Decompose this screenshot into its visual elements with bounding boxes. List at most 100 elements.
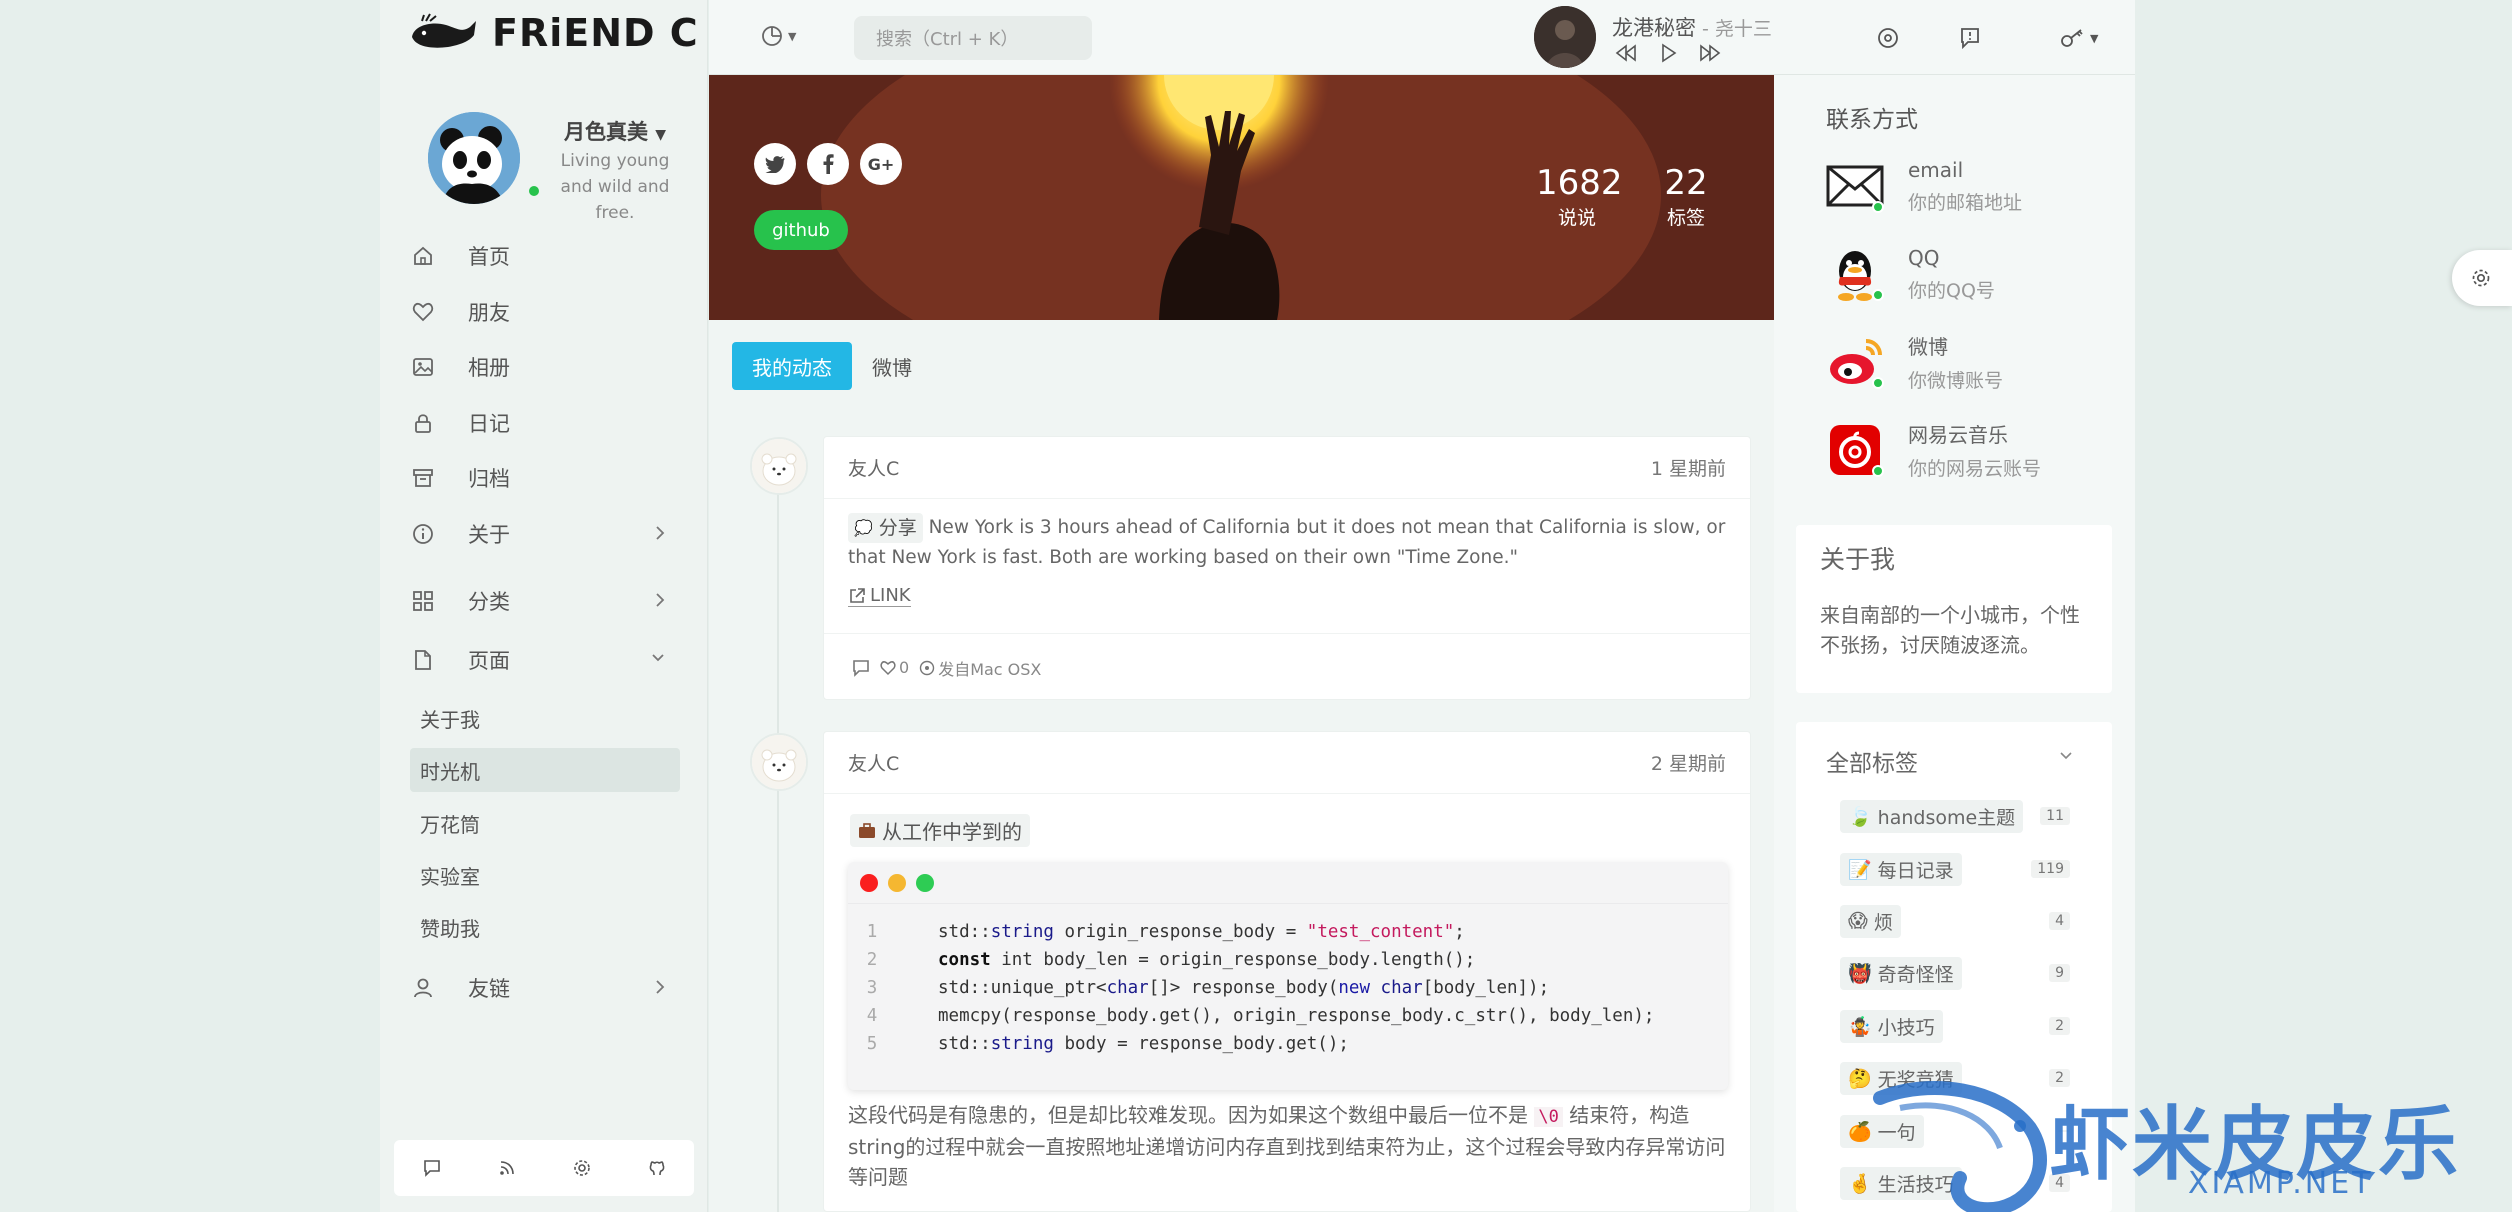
explanation-text-1: 这段代码是有隐患的，但是却比较难发现。因为如果这个数组中最后一位不是 bbox=[848, 1103, 1528, 1127]
profile-name-dropdown[interactable]: 月色真美 ▼ bbox=[550, 116, 680, 146]
comment-icon[interactable] bbox=[852, 659, 870, 677]
nav-label: 分类 bbox=[468, 590, 510, 614]
settings-icon[interactable] bbox=[572, 1158, 592, 1178]
like-button[interactable]: 0 bbox=[880, 658, 909, 677]
orange-icon: 🍊 bbox=[1848, 1120, 1872, 1143]
chevron-down-icon bbox=[650, 650, 666, 666]
profile-motto: Living young and wild and free. bbox=[560, 151, 670, 223]
post-author[interactable]: 友人C bbox=[848, 749, 899, 776]
gear-icon bbox=[2470, 267, 2492, 289]
stat-tags[interactable]: 22 标签 bbox=[1646, 163, 1726, 230]
tag-item[interactable]: 📝 每日记录 119 bbox=[1840, 845, 2070, 893]
twitter-icon[interactable] bbox=[754, 143, 796, 185]
bear-avatar-icon bbox=[752, 735, 806, 789]
github-icon[interactable] bbox=[647, 1158, 667, 1178]
contact-name: QQ bbox=[1908, 245, 1940, 270]
contacts-title: 联系方式 bbox=[1826, 107, 1918, 133]
nav-item-pages[interactable]: 页面 bbox=[408, 636, 680, 684]
contact-qq[interactable]: QQ 你的QQ号 bbox=[1826, 234, 1995, 314]
tag-item[interactable]: 😱 烦 4 bbox=[1840, 897, 2070, 945]
source-text: 发自Mac OSX bbox=[938, 659, 1042, 679]
chevron-down-icon[interactable] bbox=[2058, 748, 2074, 764]
contact-weibo[interactable]: 微博 你微博账号 bbox=[1826, 322, 2003, 402]
tag-label: 烦 bbox=[1873, 911, 1893, 934]
theme-toggle[interactable]: ▼ bbox=[760, 24, 796, 48]
nav-label: 首页 bbox=[468, 245, 510, 269]
post-avatar[interactable] bbox=[750, 437, 808, 495]
post-avatar[interactable] bbox=[750, 733, 808, 791]
subpage-kaleidoscope[interactable]: 万花筒 bbox=[410, 801, 680, 845]
github-button[interactable]: github bbox=[754, 210, 848, 250]
contact-name: email bbox=[1908, 157, 1964, 182]
tag-count: 9 bbox=[2049, 964, 2070, 982]
next-track-icon[interactable] bbox=[1698, 42, 1722, 64]
nav-item-category[interactable]: 分类 bbox=[408, 577, 680, 625]
quiz-face-icon: 🤔 bbox=[1848, 1067, 1872, 1090]
comment-icon[interactable] bbox=[422, 1158, 442, 1178]
grid-icon bbox=[408, 589, 446, 613]
code-line: 1 std::string origin_response_body = "tes… bbox=[866, 922, 1465, 942]
heart-icon bbox=[408, 300, 446, 324]
avatar[interactable] bbox=[428, 112, 520, 204]
stat-posts[interactable]: 1682 说说 bbox=[1536, 163, 1623, 230]
chevron-right-icon bbox=[654, 591, 666, 609]
floating-settings-button[interactable] bbox=[2452, 250, 2512, 306]
pie-clock-icon bbox=[760, 24, 784, 48]
chevron-right-icon bbox=[654, 524, 666, 542]
maximize-dot bbox=[916, 873, 934, 892]
target-icon[interactable] bbox=[1876, 26, 1900, 50]
caret-down-icon: ▼ bbox=[2090, 31, 2099, 45]
nav-item-archive[interactable]: 归档 bbox=[408, 454, 680, 502]
search-input[interactable]: 搜索（Ctrl + K） bbox=[854, 16, 1092, 60]
subpage-time-machine[interactable]: 时光机 bbox=[410, 748, 680, 792]
tab-weibo[interactable]: 微博 bbox=[872, 342, 912, 390]
nav-item-links[interactable]: 友链 bbox=[408, 964, 680, 1012]
message-alert-icon[interactable] bbox=[1958, 26, 1982, 50]
previous-track-icon[interactable] bbox=[1614, 42, 1638, 64]
nav-item-home[interactable]: 首页 bbox=[408, 232, 680, 280]
post-card: 友人C 1 星期前 💭 分享 New York is 3 hours ahead … bbox=[823, 436, 1751, 700]
music-title: 龙港秘密 - 尧十三 bbox=[1612, 12, 1772, 42]
nav-item-about[interactable]: 关于 bbox=[408, 510, 680, 558]
site-logo[interactable]: FRiEND C bbox=[408, 6, 699, 60]
post-author[interactable]: 友人C bbox=[848, 454, 899, 481]
nav-item-diary[interactable]: 日记 bbox=[408, 399, 680, 447]
nav-item-album[interactable]: 相册 bbox=[408, 343, 680, 391]
tag-item[interactable]: 🍃 handsome主题 11 bbox=[1840, 792, 2070, 840]
music-cover[interactable] bbox=[1534, 6, 1596, 68]
weibo-icon bbox=[1826, 333, 1884, 391]
facebook-icon[interactable] bbox=[807, 143, 849, 185]
scream-icon: 😱 bbox=[1848, 910, 1868, 932]
link-label: LINK bbox=[870, 585, 911, 606]
nav-label: 关于 bbox=[468, 523, 510, 547]
login-key-menu[interactable]: ▼ bbox=[2060, 26, 2098, 50]
contact-email[interactable]: email 你的邮箱地址 bbox=[1826, 146, 2022, 226]
post-source: 发自Mac OSX bbox=[919, 656, 1041, 680]
subpage-sponsor[interactable]: 赞助我 bbox=[410, 905, 680, 949]
contact-netease-music[interactable]: 网易云音乐 你的网易云账号 bbox=[1826, 410, 2041, 490]
code-block: 1 std::string origin_response_body = "tes… bbox=[848, 862, 1728, 1090]
stat-label: 标签 bbox=[1666, 207, 1705, 229]
google-plus-icon[interactable]: G+ bbox=[860, 143, 902, 185]
nav-label: 页面 bbox=[468, 649, 510, 673]
post-footer: 0 发自Mac OSX bbox=[824, 633, 1750, 701]
nav-item-friends[interactable]: 朋友 bbox=[408, 288, 680, 336]
whale-logo-icon bbox=[412, 13, 476, 48]
caret-down-icon: ▼ bbox=[655, 127, 667, 143]
contact-value: 你微博账号 bbox=[1908, 370, 2004, 392]
tag-item[interactable]: 🤹 小技巧 2 bbox=[1840, 1002, 2070, 1050]
post-link[interactable]: LINK bbox=[848, 585, 911, 607]
user-icon bbox=[408, 976, 446, 1000]
code-lines[interactable]: 1 std::string origin_response_body = "tes… bbox=[848, 904, 1728, 1058]
subpage-about-me[interactable]: 关于我 bbox=[410, 696, 680, 740]
speech-bubble-icon: 💭 bbox=[854, 519, 873, 537]
contact-name: 微博 bbox=[1908, 335, 1948, 359]
play-icon[interactable] bbox=[1658, 42, 1678, 64]
tag-item[interactable]: 👹 奇奇怪怪 9 bbox=[1840, 949, 2070, 997]
post-explanation: 这段代码是有隐患的，但是却比较难发现。因为如果这个数组中最后一位不是 \0 结束… bbox=[848, 1100, 1728, 1192]
contact-value: 你的邮箱地址 bbox=[1908, 191, 2023, 214]
post-body: 💭 分享 New York is 3 hours ahead of Califor… bbox=[848, 513, 1726, 573]
subpage-lab[interactable]: 实验室 bbox=[410, 853, 680, 897]
tab-my-activity[interactable]: 我的动态 bbox=[732, 342, 852, 390]
rss-icon[interactable] bbox=[497, 1158, 517, 1178]
